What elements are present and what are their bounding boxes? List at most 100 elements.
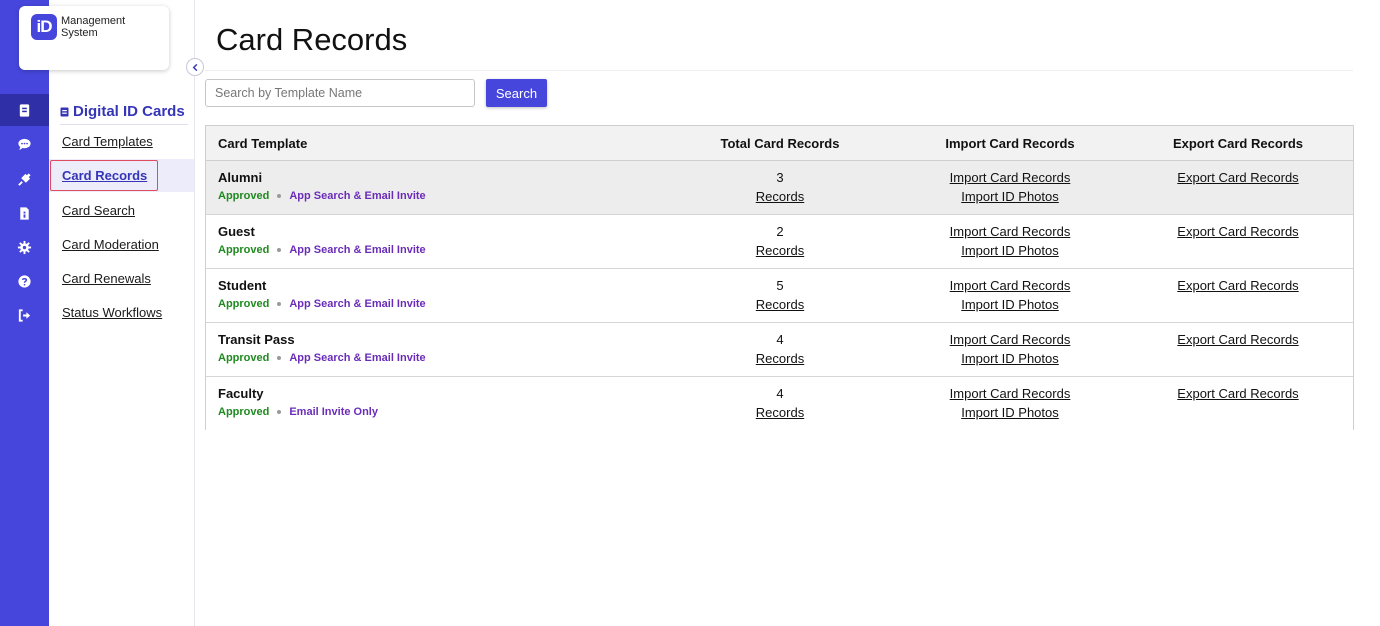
import-cell: Import Card Records Import ID Photos <box>910 384 1110 422</box>
selection-outline <box>50 160 158 191</box>
status-badge: Approved <box>218 406 270 418</box>
divider <box>205 70 1353 71</box>
template-name: Guest <box>218 224 255 239</box>
page-title: Card Records <box>216 22 408 57</box>
collapse-sidebar-button[interactable] <box>186 58 204 76</box>
document-icon <box>20 206 29 220</box>
import-id-photos-link[interactable]: Import ID Photos <box>910 295 1110 314</box>
rail-item-documents[interactable] <box>0 197 49 229</box>
column-header: Total Card Records <box>720 136 840 151</box>
total-records-cell: 3 Records <box>680 168 880 206</box>
record-count: 4 <box>776 386 784 401</box>
subnav-item-label: Status Workflows <box>62 305 163 320</box>
status-badge: Approved <box>218 244 270 256</box>
table-row: Faculty Approved Email Invite Only 4 Rec… <box>206 377 1353 430</box>
card-records-table: Card Template Total Card Records Import … <box>205 125 1354 430</box>
template-meta: Approved App Search & Email Invite <box>218 352 426 364</box>
rail-item-settings[interactable] <box>0 231 49 263</box>
records-link[interactable]: Records <box>680 349 880 368</box>
import-cell: Import Card Records Import ID Photos <box>910 330 1110 368</box>
logo-text: Management System <box>61 15 126 39</box>
export-cell: Export Card Records <box>1138 168 1338 187</box>
template-name: Faculty <box>218 386 264 401</box>
import-card-records-link[interactable]: Import Card Records <box>910 276 1110 295</box>
channel-badge: App Search & Email Invite <box>289 298 426 310</box>
table-row: Guest Approved App Search & Email Invite… <box>206 215 1353 269</box>
records-link[interactable]: Records <box>680 403 880 422</box>
subnav-item-label: Card Search <box>62 203 135 218</box>
record-count: 2 <box>776 224 784 239</box>
channel-badge: App Search & Email Invite <box>289 190 426 202</box>
separator-dot <box>277 248 282 252</box>
id-card-icon <box>60 107 69 116</box>
icon-rail <box>0 0 56 626</box>
import-cell: Import Card Records Import ID Photos <box>910 276 1110 314</box>
record-count: 5 <box>776 278 784 293</box>
secondary-nav: Digital ID Cards Card Templates Card Rec… <box>49 0 195 626</box>
subnav-item-card-moderation[interactable]: Card Moderation <box>49 228 194 261</box>
help-icon <box>18 274 31 288</box>
subnav-item-status-workflows[interactable]: Status Workflows <box>49 296 194 329</box>
template-name: Student <box>218 278 267 293</box>
gear-icon <box>17 240 32 254</box>
subnav-item-label: Card Renewals <box>62 271 151 286</box>
separator-dot <box>277 194 282 198</box>
channel-badge: Email Invite Only <box>289 406 378 418</box>
import-card-records-link[interactable]: Import Card Records <box>910 168 1110 187</box>
records-link[interactable]: Records <box>680 187 880 206</box>
import-cell: Import Card Records Import ID Photos <box>910 222 1110 260</box>
import-card-records-link[interactable]: Import Card Records <box>910 222 1110 241</box>
channel-badge: App Search & Email Invite <box>289 244 426 256</box>
total-records-cell: 4 Records <box>680 384 880 422</box>
import-cell: Import Card Records Import ID Photos <box>910 168 1110 206</box>
template-meta: Approved App Search & Email Invite <box>218 244 426 256</box>
export-cell: Export Card Records <box>1138 276 1338 295</box>
export-card-records-link[interactable]: Export Card Records <box>1138 222 1338 241</box>
import-id-photos-link[interactable]: Import ID Photos <box>910 187 1110 206</box>
chevron-left-icon <box>192 63 197 71</box>
import-card-records-link[interactable]: Import Card Records <box>910 384 1110 403</box>
import-id-photos-link[interactable]: Import ID Photos <box>910 349 1110 368</box>
search-button[interactable]: Search <box>486 79 547 107</box>
total-records-cell: 4 Records <box>680 330 880 368</box>
table-row: Student Approved App Search & Email Invi… <box>206 269 1353 323</box>
status-badge: Approved <box>218 190 270 202</box>
rail-item-messages[interactable] <box>0 128 49 160</box>
records-link[interactable]: Records <box>680 241 880 260</box>
table-header: Card Template Total Card Records Import … <box>206 126 1353 161</box>
export-card-records-link[interactable]: Export Card Records <box>1138 330 1338 349</box>
export-card-records-link[interactable]: Export Card Records <box>1138 384 1338 403</box>
rail-item-id-cards[interactable] <box>0 94 56 126</box>
rail-item-integrations[interactable] <box>0 163 49 195</box>
export-card-records-link[interactable]: Export Card Records <box>1138 276 1338 295</box>
total-records-cell: 2 Records <box>680 222 880 260</box>
import-id-photos-link[interactable]: Import ID Photos <box>910 403 1110 422</box>
subnav-item-card-records[interactable]: Card Records <box>49 159 194 192</box>
search-input[interactable] <box>205 79 475 107</box>
subnav-heading: Digital ID Cards <box>60 99 188 125</box>
total-records-cell: 5 Records <box>680 276 880 314</box>
records-link[interactable]: Records <box>680 295 880 314</box>
export-cell: Export Card Records <box>1138 330 1338 349</box>
rail-item-help[interactable] <box>0 265 49 297</box>
table-row: Alumni Approved App Search & Email Invit… <box>206 161 1353 215</box>
export-cell: Export Card Records <box>1138 384 1338 403</box>
record-count: 4 <box>776 332 784 347</box>
subnav-item-card-renewals[interactable]: Card Renewals <box>49 262 194 295</box>
template-name: Alumni <box>218 170 263 185</box>
import-id-photos-link[interactable]: Import ID Photos <box>910 241 1110 260</box>
table-row: Transit Pass Approved App Search & Email… <box>206 323 1353 377</box>
separator-dot <box>277 410 282 414</box>
subnav-item-card-search[interactable]: Card Search <box>49 194 194 227</box>
export-card-records-link[interactable]: Export Card Records <box>1138 168 1338 187</box>
column-header: Export Card Records <box>1172 136 1304 151</box>
import-card-records-link[interactable]: Import Card Records <box>910 330 1110 349</box>
id-card-icon <box>19 103 30 117</box>
status-badge: Approved <box>218 352 270 364</box>
logo-card[interactable]: iD Management System <box>19 6 169 70</box>
subnav-item-card-templates[interactable]: Card Templates <box>49 125 194 158</box>
subnav-item-label: Card Templates <box>62 134 153 149</box>
chat-icon <box>18 138 31 150</box>
template-meta: Approved App Search & Email Invite <box>218 190 426 202</box>
rail-item-logout[interactable] <box>0 299 49 331</box>
